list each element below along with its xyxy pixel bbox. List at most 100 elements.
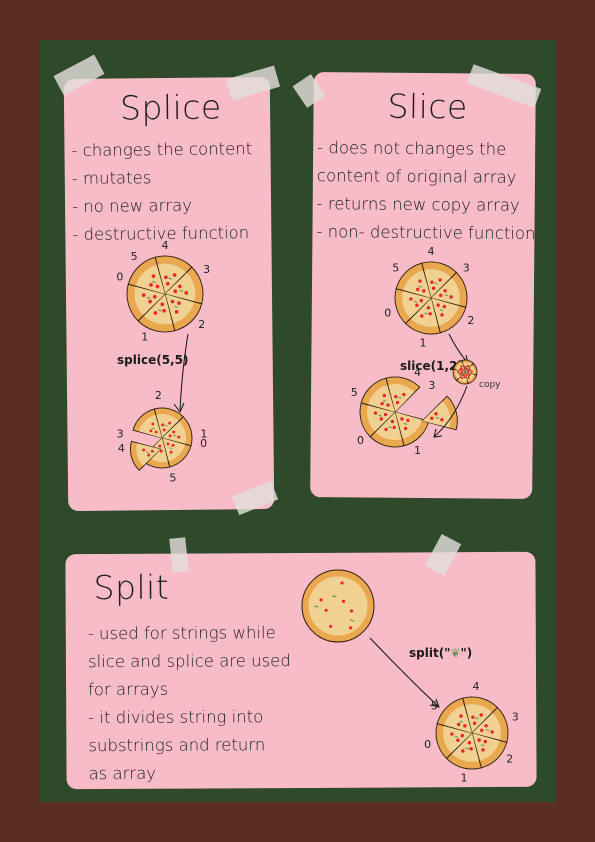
basil-topping (173, 434, 177, 437)
pepperoni-topping (382, 393, 387, 398)
pizza-whole (301, 569, 375, 643)
pepperoni-topping (470, 370, 473, 373)
arrow-head (173, 402, 185, 413)
pepperoni-topping (172, 273, 177, 277)
slice-index-label: 5 (131, 250, 138, 263)
slice-bullets: - does not changes the content of origin… (316, 134, 536, 248)
pepperoni-topping (168, 434, 172, 438)
splice-arrow (179, 333, 189, 411)
slice-index-label: 1 (141, 331, 148, 344)
splice-title: Splice (119, 87, 222, 128)
pepperoni-topping (177, 301, 181, 305)
pepperoni-topping (409, 297, 413, 301)
pepperoni-topping (440, 313, 444, 317)
pepperoni-topping (422, 289, 426, 293)
pepperoni-topping (379, 417, 383, 421)
split-bullet: substrings and return (88, 735, 266, 756)
pepperoni-topping (418, 279, 422, 283)
pepperoni-topping (390, 419, 395, 424)
pepperoni-topping (456, 738, 460, 742)
basil-topping (151, 427, 155, 430)
pepperoni-topping (461, 749, 465, 753)
pepperoni-topping (460, 365, 463, 368)
basil-leaf-icon: ❦ (450, 646, 460, 660)
slice-index-label: 1 (414, 444, 421, 457)
cheese-layer (308, 576, 368, 636)
pepperoni-topping (456, 722, 461, 727)
pepperoni-topping (490, 730, 494, 734)
pizza-before-splice (126, 255, 204, 333)
pepperoni-topping (481, 748, 485, 752)
pepperoni-topping (165, 281, 170, 286)
pepperoni-topping (161, 423, 165, 427)
pepperoni-topping (386, 403, 390, 407)
slice-index-label: 0 (384, 307, 391, 320)
split-bullet: slice and splice are used (87, 651, 291, 672)
pepperoni-topping (152, 294, 157, 299)
pepperoni-topping (400, 417, 404, 421)
splice-diagram: 012345 splice(5,5) 012345 (116, 239, 210, 485)
pepperoni-topping (442, 304, 447, 309)
pepperoni-topping (178, 284, 182, 289)
pepperoni-topping (426, 306, 431, 310)
pepperoni-topping (392, 425, 396, 430)
basil-topping (164, 424, 168, 427)
pepperoni-topping (177, 435, 181, 439)
pepperoni-topping (142, 448, 146, 452)
slice-index-label: 3 (428, 379, 435, 392)
slice-index-label: 1 (200, 427, 207, 440)
pepperoni-topping (171, 443, 175, 447)
pepperoni-topping (440, 418, 444, 422)
slice-bullet: content of original array (316, 166, 517, 187)
pepperoni-topping (384, 427, 388, 432)
split-method-label: split("❦") (409, 646, 472, 660)
split-bullet: for arrays (88, 679, 169, 700)
slice-index-label: 5 (169, 472, 176, 485)
pepperoni-topping (319, 598, 323, 602)
pepperoni-topping (469, 747, 473, 751)
basil-topping (145, 451, 150, 454)
pepperoni-topping (439, 293, 443, 298)
pepperoni-topping (443, 289, 447, 293)
slice-bullet: - non- destructive function (316, 222, 536, 243)
pepperoni-topping (340, 581, 344, 585)
pepperoni-topping (166, 442, 170, 446)
pepperoni-topping (428, 312, 432, 316)
pepperoni-topping (174, 310, 179, 314)
pepperoni-topping (162, 308, 166, 313)
slice-index-label: 1 (461, 771, 468, 784)
splice-bullets: - changes the content - mutates - no new… (71, 135, 253, 249)
pepperoni-topping (170, 299, 175, 304)
pepperoni-topping (149, 429, 153, 433)
pepperoni-topping (169, 450, 173, 454)
pepperoni-topping (383, 412, 388, 417)
pepperoni-topping (467, 376, 470, 379)
pepperoni-topping (430, 416, 434, 420)
pepperoni-topping (420, 314, 424, 318)
pepperoni-topping (472, 721, 477, 725)
slice-index-label: 0 (424, 738, 431, 751)
splice-method-label: splice(5,5) (117, 353, 188, 367)
pepperoni-topping (464, 367, 468, 370)
pepperoni-topping (471, 715, 475, 719)
pepperoni-topping (479, 713, 483, 717)
pepperoni-topping (402, 392, 406, 397)
slice-bullet: - does not changes the (317, 138, 507, 159)
pepperoni-topping (158, 444, 162, 448)
pepperoni-topping (449, 295, 453, 299)
pepperoni-topping (406, 418, 410, 423)
pepperoni-topping (153, 311, 158, 315)
pepperoni-topping (141, 293, 146, 297)
split-title: Split (93, 567, 170, 608)
pepperoni-topping (480, 728, 484, 733)
slice-index-label: 2 (467, 314, 474, 327)
pepperoni-topping (483, 739, 488, 744)
pepperoni-topping (151, 422, 155, 426)
slice-index-label: 5 (351, 386, 358, 399)
pepperoni-topping (459, 714, 463, 718)
pepperoni-topping (349, 609, 354, 613)
split-bullet: - used for strings while (87, 623, 276, 644)
slice-index-label: 4 (414, 366, 421, 379)
pepperoni-topping (419, 298, 423, 303)
pepperoni-topping (380, 401, 384, 406)
